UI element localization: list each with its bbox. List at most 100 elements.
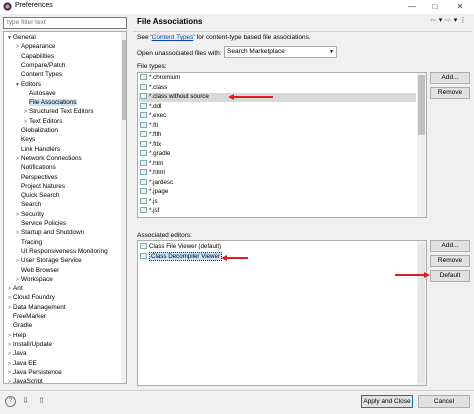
tree-item[interactable]: Web Browser [14,266,59,275]
file-type-item[interactable]: *.jardesc [140,179,173,188]
file-icon [140,83,147,90]
tree-item-label: Search [21,201,42,209]
forward-icon[interactable]: ⇨ [443,16,453,24]
editor-item[interactable]: Class Decompiler Viewer [140,251,223,261]
description-text-end: ' for content-type based file associatio… [193,34,311,41]
tree-item[interactable]: > Text Editors [22,117,62,126]
tree-item[interactable]: > Cloud Foundry [6,293,55,302]
tree-item[interactable]: Gradle [6,321,32,330]
tree-item[interactable]: Tracing [14,238,42,247]
remove-editor-button[interactable]: Remove [430,255,470,267]
tree-item[interactable]: Content Types [14,70,62,79]
tree-item[interactable]: Link Handlers [14,145,60,154]
tree-item[interactable]: Autosave [22,89,56,98]
import-icon[interactable]: ⇩ [20,396,31,406]
editor-label: Class File Viewer (default) [149,243,222,250]
tree-item-label: Capabilities [21,52,55,60]
file-type-item[interactable]: *.html [140,169,165,178]
tree-item-label: Globalization [21,127,58,134]
tree-item[interactable]: Project Natures [14,182,65,191]
back-icon[interactable]: ⇦ [428,16,438,24]
file-type-item[interactable]: *.ftlh [140,131,161,140]
file-type-item[interactable]: *.exec [140,112,166,121]
file-type-item[interactable]: *.gradle [140,150,170,159]
tree-item[interactable]: Globalization [14,126,58,135]
tree-item[interactable]: ▼General [6,33,36,42]
open-unassociated-label: Open unassociated files with: [137,50,222,57]
file-type-item[interactable]: *.jsf [140,207,159,216]
tree-item[interactable]: Quick Search [14,191,59,200]
tree-item[interactable]: Compare/Patch [14,61,65,70]
tree-item[interactable]: > User Storage Service [14,256,82,265]
file-type-item[interactable]: *.class without source [139,93,416,102]
tree-item-label: General [13,34,36,41]
file-type-label: *.html [149,169,165,176]
file-type-item[interactable]: *.jpage [140,188,168,197]
tree-item[interactable]: UI Responsiveness Monitoring [14,247,108,256]
add-file-type-button[interactable]: Add... [430,72,470,84]
file-type-item[interactable]: *.ftlx [140,141,161,150]
tree-item[interactable]: Notifications [14,163,56,172]
tree-item[interactable]: > Structured Text Editors [22,107,94,116]
tree-item[interactable]: Perspectives [14,173,58,182]
file-type-item[interactable]: *.js [140,198,158,207]
file-type-label: *.jsf [149,207,160,214]
file-type-item[interactable]: *.chromium [140,74,180,83]
file-type-item[interactable]: *.ftl [140,122,158,131]
tree-item[interactable]: Capabilities [14,52,54,61]
tree-item[interactable]: > Network Connections [14,154,82,163]
tree-item[interactable]: > Ant [6,284,23,293]
help-icon[interactable]: ? [5,396,16,407]
chevron-right-icon[interactable]: > [6,378,13,383]
tree-item[interactable]: > Help [6,331,26,340]
file-type-item[interactable]: *.ddl [140,103,161,112]
tree-item[interactable]: > Java [6,349,26,358]
close-button[interactable]: ✕ [450,0,470,14]
tree-item[interactable]: > JavaScript [6,377,43,383]
tree-item[interactable]: > Install/Update [6,340,52,349]
content-types-link[interactable]: Content Types [152,34,194,41]
cancel-button[interactable]: Cancel [418,395,470,408]
remove-file-type-button[interactable]: Remove [430,87,470,99]
tree-item[interactable]: > Data Management [6,303,66,312]
file-types-scrollbar-thumb[interactable] [418,75,425,135]
open-unassociated-select[interactable]: Search Marketplace ▼ [224,46,337,58]
chevron-down-icon[interactable]: ▼ [14,81,21,90]
splitter-sash[interactable] [128,14,132,390]
tree-item[interactable]: ▼Editors [14,80,41,89]
tree-item[interactable]: > Security [14,210,44,219]
file-type-item[interactable]: *.htm [140,160,163,169]
tree-item[interactable]: > Java EE [6,359,37,368]
file-icon [140,131,147,138]
tree-item[interactable]: > Startup and Shutdown [14,228,84,237]
file-type-item[interactable]: *.class [140,84,167,93]
tree-item[interactable]: > Java Persistence [6,368,62,377]
tree-item[interactable]: Search [14,200,41,209]
file-icon [140,188,147,195]
associated-editors-list[interactable]: Class File Viewer (default) Class Decompi… [137,240,427,386]
editors-scrollbar-thumb[interactable] [418,243,425,383]
more-options-icon[interactable]: ⋮ [458,16,468,24]
filter-input[interactable]: type filter text [3,17,127,29]
tree-item[interactable]: > Workspace [14,275,53,284]
editor-item[interactable]: Class File Viewer (default) [140,242,221,251]
editor-label: Class Decompiler Viewer [149,251,223,261]
tree-item[interactable]: File Associations [22,98,77,107]
default-editor-button[interactable]: Default [430,270,470,282]
export-icon[interactable]: ⇧ [36,396,47,406]
tree-scrollbar-thumb[interactable] [122,40,126,120]
tree-item[interactable]: Service Policies [14,219,66,228]
add-editor-button[interactable]: Add... [430,240,470,252]
maximize-button[interactable]: □ [425,0,445,14]
preferences-tree[interactable]: ▼General > Appearance Capabilities Compare/P… [3,31,127,384]
chevron-down-icon[interactable]: ▼ [6,34,13,43]
tree-item[interactable]: FreeMarker [6,312,46,321]
file-type-label: *.chromium [149,74,181,81]
tree-item-label: Content Types [21,71,63,79]
annotation-arrow-file-type [233,96,273,98]
tree-item[interactable]: > Appearance [14,42,55,51]
file-types-list[interactable]: *.chromium *.class *.class without source *… [137,72,427,218]
tree-item[interactable]: Keys [14,135,35,144]
minimize-button[interactable]: — [402,0,422,14]
apply-and-close-button[interactable]: Apply and Close [361,395,413,408]
